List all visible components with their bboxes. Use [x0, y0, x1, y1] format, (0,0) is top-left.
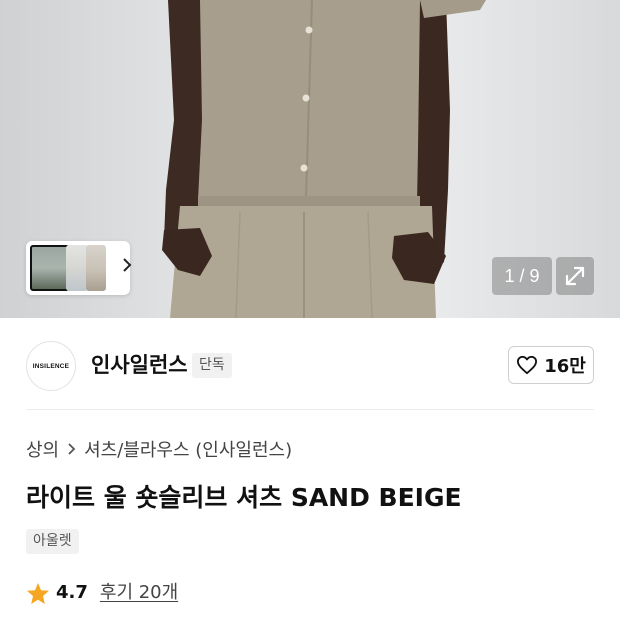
thumbnail-strip[interactable] [26, 241, 132, 295]
thumbnail-2[interactable] [66, 245, 88, 291]
brand-logo-text: INSILENCE [32, 362, 70, 370]
product-title: 라이트 울 숏슬리브 셔츠 SAND BEIGE [26, 483, 462, 512]
thumbnail-3[interactable] [86, 245, 106, 291]
breadcrumb: 상의 셔츠/블라우스 (인사일런스) [26, 438, 292, 464]
breadcrumb-subcategory[interactable]: 셔츠/블라우스 (인사일런스) [84, 438, 292, 464]
divider [26, 409, 594, 410]
reviews-link[interactable]: 후기 20개 [100, 580, 178, 606]
image-page-counter: 1 / 9 [492, 257, 552, 295]
thumbnail-1[interactable] [30, 245, 70, 291]
expand-button[interactable] [556, 257, 594, 295]
brand-name[interactable]: 인사일런스 [91, 350, 188, 380]
exclusive-badge: 단독 [192, 353, 232, 378]
rating-row: 4.7 후기 20개 [26, 580, 178, 606]
product-image[interactable]: 1 / 9 [0, 0, 620, 318]
star-icon [27, 582, 49, 604]
expand-icon [565, 266, 585, 286]
breadcrumb-category[interactable]: 상의 [26, 438, 59, 464]
like-count: 16만 [544, 356, 586, 377]
outlet-badge: 아울렛 [26, 529, 79, 554]
like-button[interactable]: 16만 [508, 346, 594, 384]
chevron-right-icon [67, 438, 76, 464]
rating-value: 4.7 [56, 582, 88, 603]
heart-outline-icon [517, 355, 538, 375]
brand-logo[interactable]: INSILENCE [26, 341, 76, 391]
